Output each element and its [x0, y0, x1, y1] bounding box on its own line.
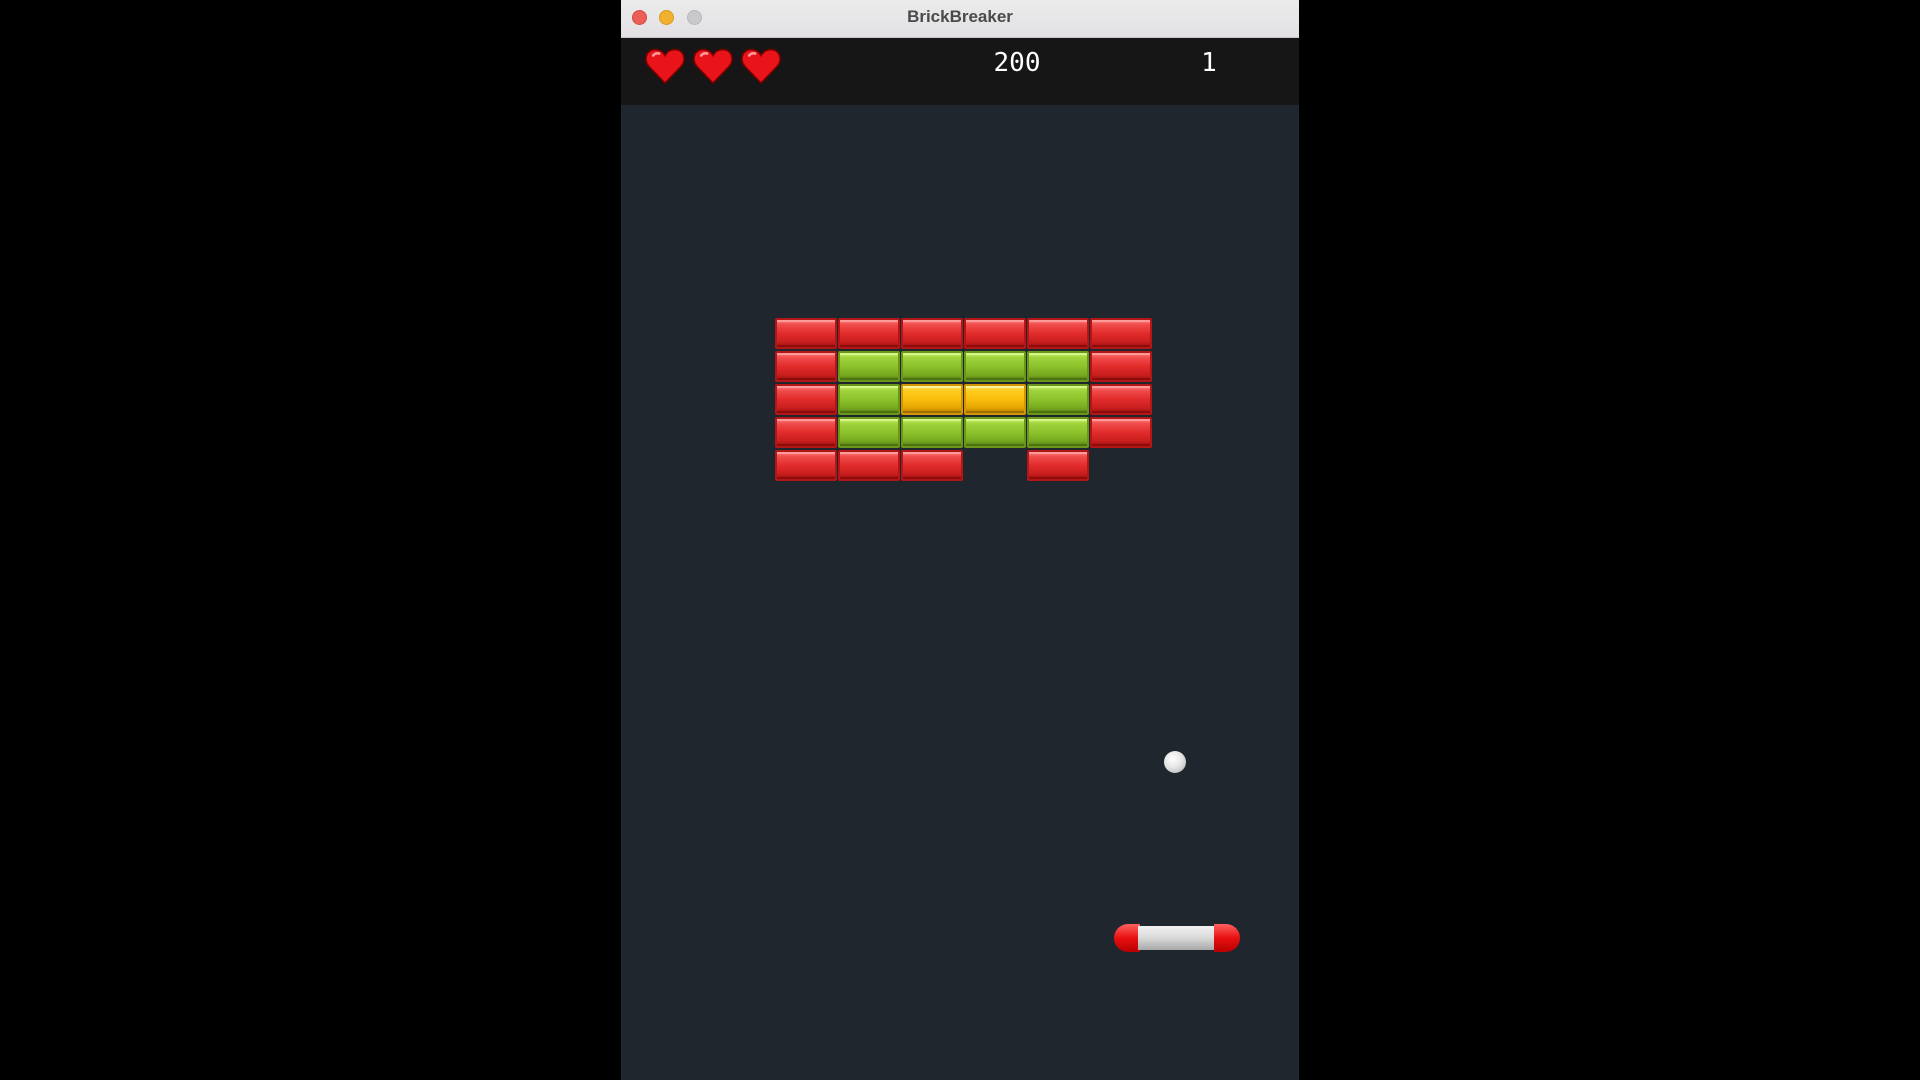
- red-brick: [838, 318, 900, 349]
- green-brick: [964, 351, 1026, 382]
- red-brick: [775, 318, 837, 349]
- yellow-brick: [964, 384, 1026, 415]
- red-brick: [1090, 351, 1152, 382]
- red-brick: [1027, 318, 1089, 349]
- red-brick: [901, 450, 963, 481]
- red-brick: [964, 318, 1026, 349]
- game-window: BrickBreaker 200 1: [621, 0, 1299, 1080]
- green-brick: [1027, 351, 1089, 382]
- green-brick: [1027, 384, 1089, 415]
- level-display: 1: [1201, 48, 1217, 78]
- window-title: BrickBreaker: [907, 7, 1013, 26]
- green-brick: [1027, 417, 1089, 448]
- red-brick: [775, 351, 837, 382]
- green-brick: [901, 417, 963, 448]
- heart-icon: [741, 48, 781, 85]
- paddle-right-cap: [1214, 924, 1240, 952]
- green-brick: [838, 351, 900, 382]
- green-brick: [838, 417, 900, 448]
- red-brick: [1090, 384, 1152, 415]
- green-brick: [964, 417, 1026, 448]
- heart-icon: [693, 48, 733, 85]
- title-bar: BrickBreaker: [621, 0, 1299, 38]
- red-brick: [775, 417, 837, 448]
- heart-icon: [645, 48, 685, 85]
- red-brick: [901, 318, 963, 349]
- red-brick: [775, 450, 837, 481]
- paddle[interactable]: [1114, 924, 1240, 952]
- red-brick: [838, 450, 900, 481]
- green-brick: [901, 351, 963, 382]
- red-brick: [1090, 318, 1152, 349]
- ball: [1164, 751, 1186, 773]
- playfield[interactable]: [621, 105, 1299, 1080]
- hud-bar: 200 1: [621, 38, 1299, 105]
- paddle-body: [1138, 926, 1216, 950]
- green-brick: [838, 384, 900, 415]
- paddle-left-cap: [1114, 924, 1140, 952]
- lives-display: [644, 45, 782, 87]
- score-display: 200: [993, 48, 1041, 78]
- yellow-brick: [901, 384, 963, 415]
- red-brick: [1090, 417, 1152, 448]
- red-brick: [1027, 450, 1089, 481]
- red-brick: [775, 384, 837, 415]
